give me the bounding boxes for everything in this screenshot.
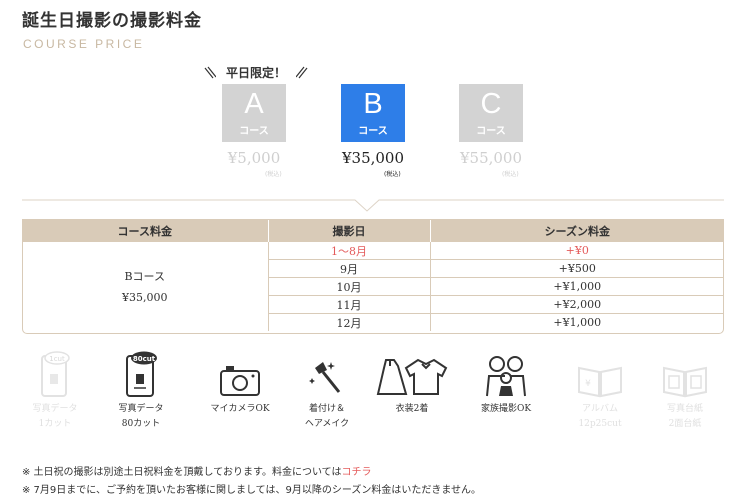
- feature-label-line1: マイカメラOK: [210, 404, 270, 414]
- album-yen-mark: ¥: [585, 379, 591, 389]
- makeup-brush-icon: [309, 362, 341, 393]
- feature-dressing-hairmake: 着付け＆ ヘアメイク: [287, 354, 367, 432]
- costume-icon: [376, 358, 448, 395]
- feature-label-line2: 80カット: [121, 419, 161, 429]
- table-row: Bコース ¥35,000 1～8月 +¥0: [22, 242, 724, 304]
- section-divider: [22, 199, 724, 212]
- photo-frame-icon: [663, 366, 707, 398]
- album-icon: ¥: [578, 366, 622, 398]
- feature-label-line1: 写真台紙: [666, 404, 703, 414]
- feature-label-line1: 衣装2着: [395, 404, 429, 414]
- pricing-table: コース料金 撮影日 シーズン料金 Bコース ¥35,000 1～8月 +¥0 9…: [22, 219, 724, 331]
- feature-label-line1: 写真データ: [118, 404, 164, 414]
- feature-label-line1: 着付け＆: [308, 404, 345, 414]
- header-shoot-date: 撮影日: [268, 219, 431, 242]
- fee-cell: +¥0: [429, 242, 724, 260]
- phone-photo-icon: 1cut: [41, 351, 70, 397]
- feature-photo-data-1cut: 1cut 写真データ 1カット: [15, 351, 95, 432]
- date-cell: 9月: [267, 259, 430, 278]
- feature-label-line1: アルバム: [582, 404, 618, 414]
- date-cell: 12月: [267, 313, 430, 331]
- feature-label-line1: 家族撮影OK: [480, 404, 532, 414]
- camera-icon: [220, 366, 260, 396]
- date-cell: 11月: [267, 295, 430, 314]
- feature-two-costumes: 衣装2着: [372, 354, 452, 417]
- feature-album: ¥ アルバム 12p25cut: [560, 354, 640, 432]
- fee-cell: +¥500: [429, 259, 724, 278]
- date-cell: 1～8月: [267, 242, 430, 260]
- fee-cell: +¥2,000: [429, 295, 724, 314]
- course-cell: Bコース ¥35,000: [22, 242, 268, 331]
- note-weekend-text: ※ 土日祝の撮影は別途土日祝料金を頂戴しております。料金については: [22, 467, 342, 478]
- note-weekend-fee: ※ 土日祝の撮影は別途土日祝料金を頂戴しております。料金についてはコチラ: [22, 463, 371, 478]
- feature-label-line2: ヘアメイク: [304, 419, 350, 429]
- feature-my-camera: マイカメラOK: [200, 354, 280, 417]
- note-season-fee: ※ 7月9日までに、ご予約を頂いたお客様に関しましては、9月以降のシーズン料金は…: [22, 485, 482, 496]
- course-name: Bコース: [124, 269, 166, 283]
- course-price: ¥35,000: [122, 290, 168, 304]
- header-course-fee: コース料金: [22, 219, 269, 242]
- badge-1cut: 1cut: [49, 355, 65, 363]
- feature-family-photo: 家族撮影OK: [466, 354, 546, 417]
- table-header-row: コース料金 撮影日 シーズン料金: [22, 219, 724, 242]
- note-weekend-link[interactable]: コチラ: [341, 467, 371, 478]
- feature-label-line2: 2面台紙: [668, 419, 702, 429]
- phone-photo-icon: 80cut: [126, 351, 157, 397]
- badge-80cut: 80cut: [133, 355, 156, 363]
- date-cell: 10月: [267, 277, 430, 296]
- family-icon: [486, 356, 526, 397]
- feature-photo-data-80cut: 80cut 写真データ 80カット: [101, 351, 181, 432]
- feature-label-line1: 写真データ: [32, 404, 78, 414]
- feature-label-line2: 12p25cut: [578, 419, 622, 429]
- fee-cell: +¥1,000: [429, 313, 724, 331]
- feature-photo-mount: 写真台紙 2面台紙: [645, 354, 725, 432]
- header-season-fee: シーズン料金: [430, 219, 724, 242]
- fee-cell: +¥1,000: [429, 277, 724, 296]
- feature-label-line2: 1カット: [38, 419, 72, 429]
